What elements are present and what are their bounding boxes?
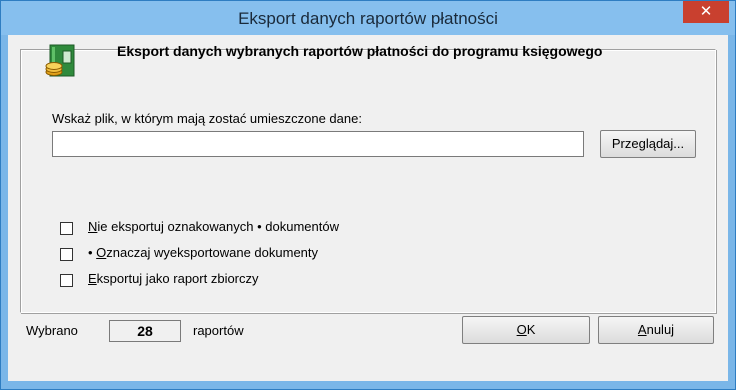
checkbox-export-summary[interactable] xyxy=(60,274,73,287)
browse-button[interactable]: Przeglądaj... xyxy=(600,130,696,158)
file-prompt-label: Wskaż plik, w którym mają zostać umieszc… xyxy=(52,111,362,126)
close-icon: ✕ xyxy=(699,3,713,20)
binder-with-coins-icon xyxy=(45,44,75,77)
selected-count: 28 xyxy=(109,320,181,342)
option-dont-export-marked-label[interactable]: Nie eksportuj oznakowanych • dokumentów xyxy=(88,219,339,234)
window-title: Eksport danych raportów płatności xyxy=(238,9,498,28)
checkbox-dont-export-marked[interactable] xyxy=(60,222,73,235)
option-export-summary-label[interactable]: Eksportuj jako raport zbiorczy xyxy=(88,271,259,286)
title-bar[interactable]: Eksport danych raportów płatności ✕ xyxy=(1,1,735,35)
file-path-input[interactable] xyxy=(52,131,584,157)
selected-label: Wybrano xyxy=(26,323,78,338)
dialog-heading: Eksport danych wybranych raportów płatno… xyxy=(117,43,603,59)
option-mark-exported-label[interactable]: • Oznaczaj wyeksportowane dokumenty xyxy=(88,245,318,260)
ok-button[interactable]: OK xyxy=(462,316,590,344)
checkbox-mark-exported[interactable] xyxy=(60,248,73,261)
reports-unit-label: raportów xyxy=(193,323,244,338)
cancel-button[interactable]: Anuluj xyxy=(598,316,714,344)
close-button[interactable]: ✕ xyxy=(683,1,729,23)
